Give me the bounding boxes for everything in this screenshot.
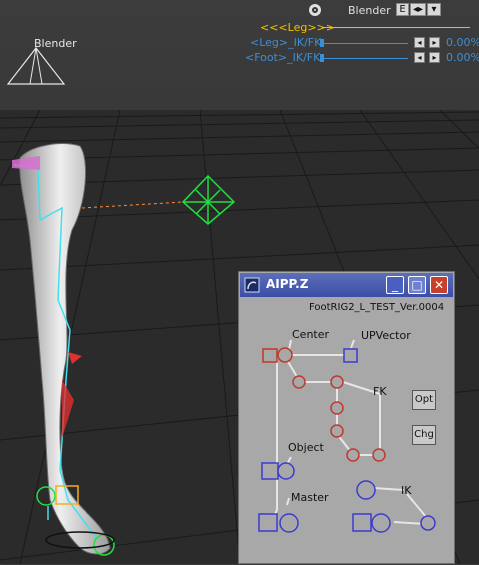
fk-picker-1[interactable] xyxy=(292,375,306,389)
opt-button[interactable]: Opt xyxy=(412,390,436,410)
hud-title: Blender xyxy=(348,4,391,17)
leg-ikfk-value: 0.00% xyxy=(446,36,479,49)
arrows-left-right-icon[interactable]: ◂▸ xyxy=(410,3,426,16)
object-label: Object xyxy=(288,441,324,454)
object-picker[interactable] xyxy=(259,460,297,482)
upvector-picker[interactable] xyxy=(340,345,360,365)
camera-label: Blender xyxy=(34,37,77,50)
fk-picker-6[interactable] xyxy=(372,448,386,462)
leg-ikfk-slider-line xyxy=(324,43,408,44)
fk-picker-3[interactable] xyxy=(330,401,344,415)
chevron-down-icon[interactable]: ▾ xyxy=(427,3,441,16)
foot-ikfk-value: 0.00% xyxy=(446,51,479,64)
foot-ikfk-decrement-button[interactable]: ◂ xyxy=(414,52,425,63)
upvector-label: UPVector xyxy=(361,329,411,342)
ik-label: IK xyxy=(401,484,412,497)
center-label: Center xyxy=(292,328,330,341)
section-divider xyxy=(322,27,470,28)
master-picker[interactable] xyxy=(256,511,300,535)
leg-ikfk-decrement-button[interactable]: ◂ xyxy=(414,37,425,48)
foot-ikfk-label: <Foot>_IK/FK xyxy=(245,51,321,64)
center-picker[interactable] xyxy=(259,344,295,366)
foot-ikfk-slider-line xyxy=(324,58,408,59)
fk-picker-2[interactable] xyxy=(330,375,344,389)
leg-ikfk-label: <Leg>_IK/FK xyxy=(250,36,322,49)
fk-label: FK xyxy=(373,385,387,398)
ik-toe-picker[interactable] xyxy=(420,515,436,531)
master-label: Master xyxy=(291,491,329,504)
e-button[interactable]: E xyxy=(396,3,409,16)
fk-picker-5[interactable] xyxy=(346,448,360,462)
leg-ikfk-increment-button[interactable]: ▸ xyxy=(429,37,440,48)
ik-pole-picker[interactable] xyxy=(356,480,376,500)
fk-picker-4[interactable] xyxy=(330,424,344,438)
foot-ikfk-increment-button[interactable]: ▸ xyxy=(429,52,440,63)
crosshair-icon[interactable] xyxy=(308,3,322,17)
chg-button[interactable]: Chg xyxy=(412,425,436,445)
ik-foot-picker[interactable] xyxy=(350,511,392,535)
aippz-window[interactable]: AIPP.Z _ □ ✕ FootRIG2_L_TEST_Ver.0004 Ce… xyxy=(238,271,455,564)
